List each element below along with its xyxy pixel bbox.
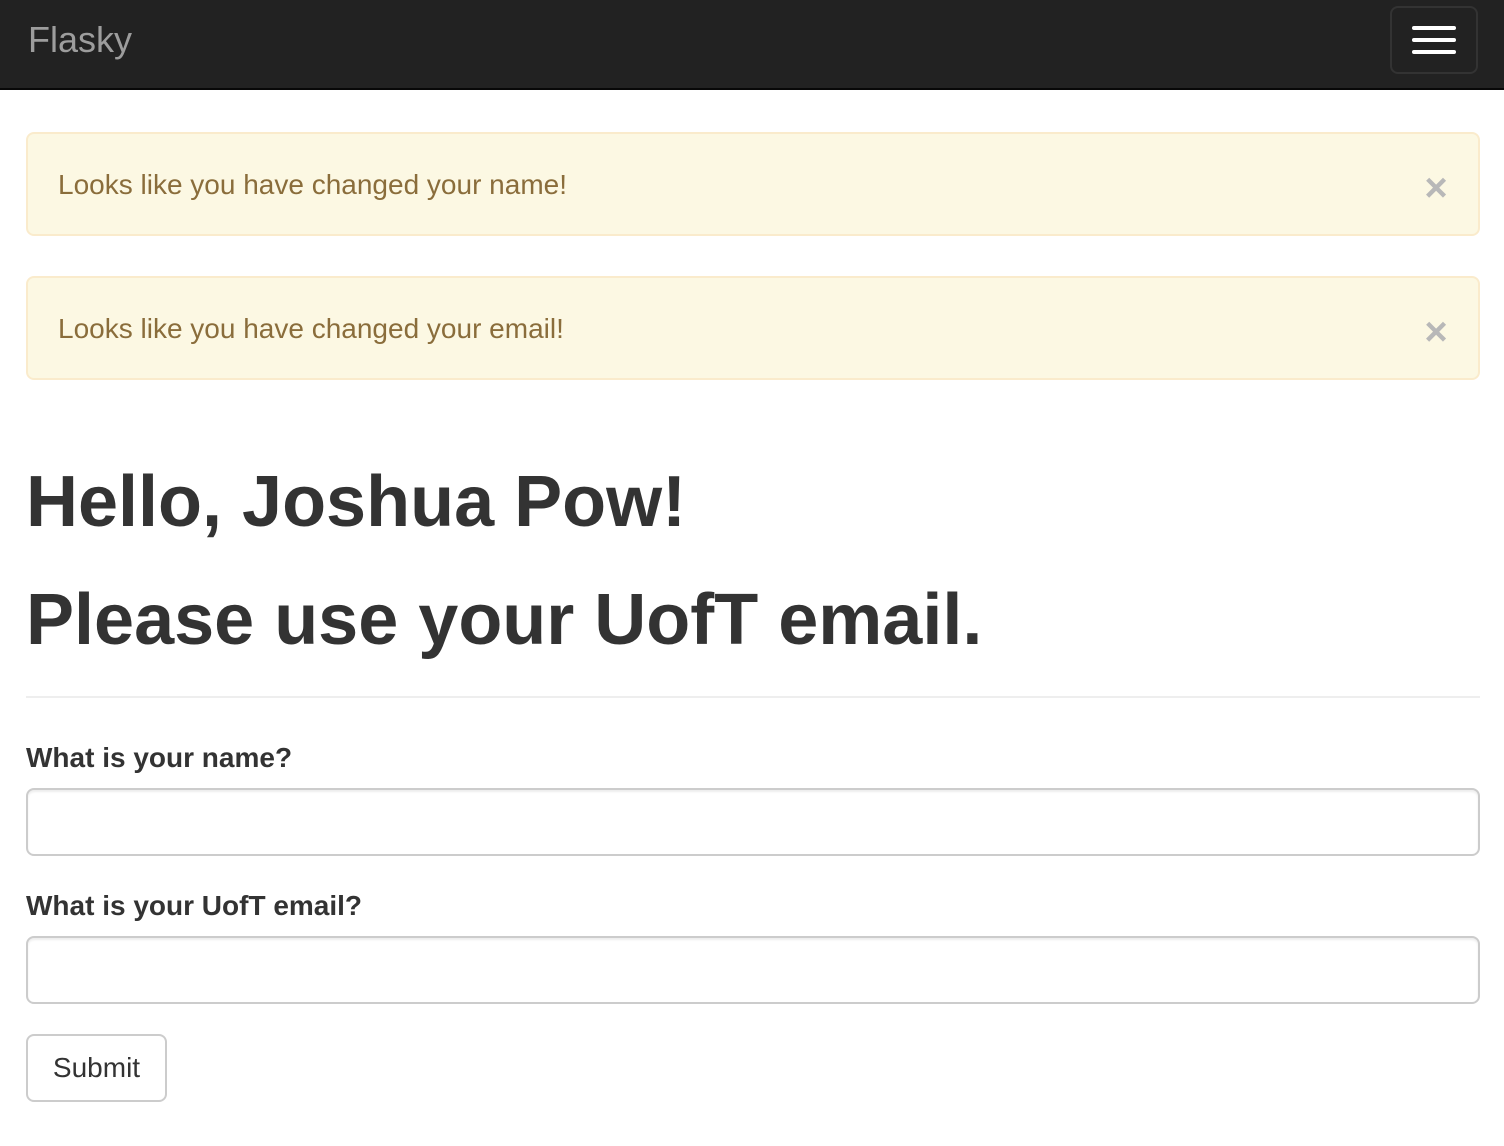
name-input[interactable] (26, 788, 1480, 856)
email-label: What is your UofT email? (26, 890, 363, 921)
email-input[interactable] (26, 936, 1480, 1004)
close-icon[interactable]: × (1422, 312, 1450, 352)
alert-warning-email: Looks like you have changed your email! … (26, 276, 1480, 380)
submit-button[interactable]: Submit (26, 1034, 167, 1102)
instruction-heading: Please use your UofT email. (26, 580, 983, 660)
alert-warning-name: Looks like you have changed your name! × (26, 132, 1480, 236)
name-label: What is your name? (26, 742, 293, 773)
navbar: Flasky (0, 0, 1504, 90)
navbar-toggle-button[interactable] (1390, 6, 1478, 74)
alert-message: Looks like you have changed your email! (58, 313, 564, 344)
close-icon[interactable]: × (1422, 168, 1450, 208)
navbar-brand[interactable]: Flasky (28, 20, 132, 60)
greeting-heading: Hello, Joshua Pow! (26, 462, 687, 542)
header-divider (26, 696, 1480, 698)
alert-message: Looks like you have changed your name! (58, 169, 567, 200)
